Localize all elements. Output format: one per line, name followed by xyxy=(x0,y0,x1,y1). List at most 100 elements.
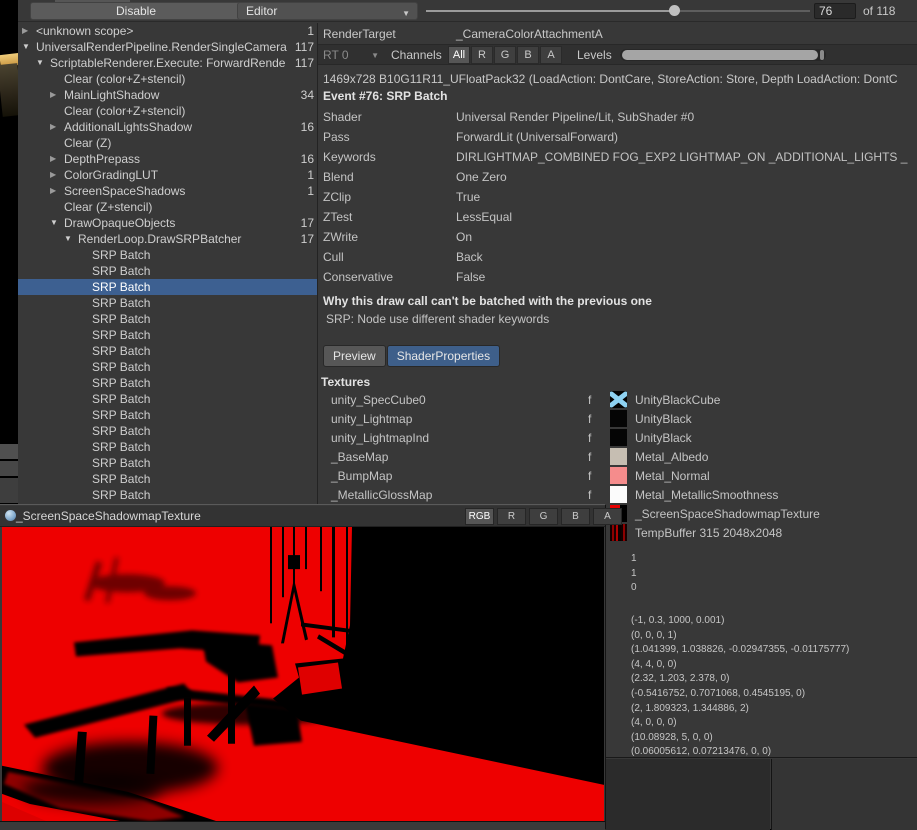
levels-range-handle[interactable] xyxy=(820,50,824,60)
preview-channel-button-rgb[interactable]: RGB xyxy=(465,508,494,525)
disclosure-triangle-closed-icon[interactable]: ▶ xyxy=(50,167,56,183)
unity-editor-root: Disable Editor ▼ of 118 ▶<unknown scope>… xyxy=(0,0,917,829)
property-row: ZWriteOn xyxy=(318,227,917,247)
tree-row[interactable]: SRP Batch xyxy=(18,423,317,439)
tree-row[interactable]: SRP Batch xyxy=(18,327,317,343)
disclosure-triangle-open-icon[interactable]: ▼ xyxy=(22,39,30,55)
slider-handle[interactable] xyxy=(669,5,680,16)
tree-row[interactable]: ▶ScreenSpaceShadows1 xyxy=(18,183,317,199)
rt-index-dropdown[interactable]: RT 0 ▼ xyxy=(323,48,381,62)
disclosure-triangle-closed-icon[interactable]: ▶ xyxy=(50,87,56,103)
tree-row[interactable]: SRP Batch xyxy=(18,375,317,391)
tree-row[interactable]: ▶<unknown scope>1 xyxy=(18,23,317,39)
texture-thumbnail-black[interactable] xyxy=(610,429,627,446)
texture-thumbnail-normal[interactable] xyxy=(610,467,627,484)
disclosure-triangle-closed-icon[interactable]: ▶ xyxy=(50,183,56,199)
tree-row[interactable]: SRP Batch xyxy=(18,311,317,327)
tree-row[interactable]: SRP Batch xyxy=(18,247,317,263)
tab-preview[interactable]: Preview xyxy=(323,345,386,367)
disclosure-triangle-open-icon[interactable]: ▼ xyxy=(36,55,44,71)
property-label: ZClip xyxy=(323,190,351,204)
tree-row[interactable]: SRP Batch xyxy=(18,359,317,375)
tree-row[interactable]: ▼ScriptableRenderer.Execute: ForwardRend… xyxy=(18,55,317,71)
tree-row[interactable]: SRP Batch xyxy=(18,295,317,311)
channel-button-a[interactable]: A xyxy=(540,46,562,64)
property-row: KeywordsDIRLIGHTMAP_COMBINED FOG_EXP2 LI… xyxy=(318,147,917,167)
window-tab-fragment xyxy=(55,0,130,2)
texture-flag: f xyxy=(588,450,591,464)
tree-item-label: SRP Batch xyxy=(92,327,291,343)
texture-icon xyxy=(5,510,16,521)
disclosure-triangle-open-icon[interactable]: ▼ xyxy=(50,215,58,231)
texture-flag: f xyxy=(588,393,591,407)
disable-button[interactable]: Disable xyxy=(30,2,242,20)
property-label: Conservative xyxy=(323,270,393,284)
disclosure-triangle-closed-icon[interactable]: ▶ xyxy=(22,23,28,39)
texture-asset-name: _ScreenSpaceShadowmapTexture xyxy=(635,507,820,521)
tree-row[interactable]: ▶MainLightShadow34 xyxy=(18,87,317,103)
tree-item-label: SRP Batch xyxy=(92,279,291,295)
chevron-down-icon: ▼ xyxy=(371,51,379,60)
tree-item-count: 17 xyxy=(301,231,314,247)
preview-channel-button-a[interactable]: A xyxy=(593,508,622,525)
tree-row[interactable]: ▼ UniversalRenderPipeline.RenderSingleCam… xyxy=(18,39,317,55)
render-target-value: _CameraColorAttachmentA xyxy=(456,27,603,41)
slider-track-filled xyxy=(426,10,675,12)
target-dropdown[interactable]: Editor ▼ xyxy=(237,2,418,20)
texture-thumbnail-metallic[interactable] xyxy=(610,486,627,503)
tree-row[interactable]: Clear (color+Z+stencil) xyxy=(18,71,317,87)
texture-thumbnail-black[interactable] xyxy=(610,410,627,427)
texture-thumbnail-albedo[interactable] xyxy=(610,448,627,465)
preview-channel-button-b[interactable]: B xyxy=(561,508,590,525)
tree-row[interactable]: Clear (color+Z+stencil) xyxy=(18,103,317,119)
tree-item-label: SRP Batch xyxy=(92,311,291,327)
event-scrubber-slider[interactable] xyxy=(426,0,810,22)
tree-row[interactable]: SRP Batch xyxy=(18,455,317,471)
tree-row[interactable]: ▶AdditionalLightsShadow16 xyxy=(18,119,317,135)
disclosure-triangle-closed-icon[interactable]: ▶ xyxy=(50,151,56,167)
tree-item-count: 16 xyxy=(301,151,314,167)
preview-channel-button-r[interactable]: R xyxy=(497,508,526,525)
texture-thumbnail-tempbuffer[interactable] xyxy=(610,524,627,541)
texture-row: _MetallicGlossMapfMetal_MetallicSmoothne… xyxy=(318,485,917,504)
texture-asset-name: Metal_Albedo xyxy=(635,450,708,464)
shader-state-properties: ShaderUniversal Render Pipeline/Lit, Sub… xyxy=(318,107,917,287)
channel-button-all[interactable]: All xyxy=(448,46,470,64)
preview-channel-button-g[interactable]: G xyxy=(529,508,558,525)
tab-shaderproperties[interactable]: ShaderProperties xyxy=(387,345,500,367)
tree-item-label: Clear (Z+stencil) xyxy=(64,199,291,215)
tree-row[interactable]: SRP Batch xyxy=(18,279,317,295)
texture-preview-titlebar[interactable]: _ScreenSpaceShadowmapTexture RGBRGBA xyxy=(0,506,605,527)
channel-button-g[interactable]: G xyxy=(494,46,516,64)
batch-break-title: Why this draw call can't be batched with… xyxy=(323,294,652,308)
tree-row[interactable]: SRP Batch xyxy=(18,439,317,455)
tree-row[interactable]: ▶ColorGradingLUT1 xyxy=(18,167,317,183)
disclosure-triangle-closed-icon[interactable]: ▶ xyxy=(50,119,56,135)
tree-row[interactable]: ▶DepthPrepass16 xyxy=(18,151,317,167)
tree-row[interactable]: Clear (Z+stencil) xyxy=(18,199,317,215)
levels-range-slider[interactable] xyxy=(620,49,826,61)
tree-item-label: UniversalRenderPipeline.RenderSingleCame… xyxy=(36,39,291,55)
event-title: Event #76: SRP Batch xyxy=(323,89,448,103)
tree-row[interactable]: SRP Batch xyxy=(18,343,317,359)
property-row: ZTestLessEqual xyxy=(318,207,917,227)
channel-button-r[interactable]: R xyxy=(471,46,493,64)
channel-button-b[interactable]: B xyxy=(517,46,539,64)
tree-row[interactable]: SRP Batch xyxy=(18,471,317,487)
tree-row[interactable]: SRP Batch xyxy=(18,407,317,423)
textures-header: Textures xyxy=(321,375,370,389)
batch-break-reason: SRP: Node use different shader keywords xyxy=(326,312,549,326)
tree-row[interactable]: Clear (Z) xyxy=(18,135,317,151)
tree-row[interactable]: SRP Batch xyxy=(18,263,317,279)
disclosure-triangle-open-icon[interactable]: ▼ xyxy=(64,231,72,247)
channels-toolbar: RT 0 ▼ Channels AllRGBA Levels xyxy=(318,44,917,65)
tree-row[interactable]: ▼DrawOpaqueObjects17 xyxy=(18,215,317,231)
vector-value: (-1, 0.3, 1000, 0.001) xyxy=(631,614,849,629)
tree-row[interactable]: SRP Batch xyxy=(18,487,317,503)
event-number-input[interactable] xyxy=(814,3,856,19)
texture-flag: f xyxy=(588,488,591,502)
tree-row[interactable]: SRP Batch xyxy=(18,391,317,407)
vector-value: (2, 1.809323, 1.344886, 2) xyxy=(631,702,849,717)
tree-row[interactable]: ▼RenderLoop.DrawSRPBatcher17 xyxy=(18,231,317,247)
texture-thumbnail-cube[interactable] xyxy=(610,391,627,408)
